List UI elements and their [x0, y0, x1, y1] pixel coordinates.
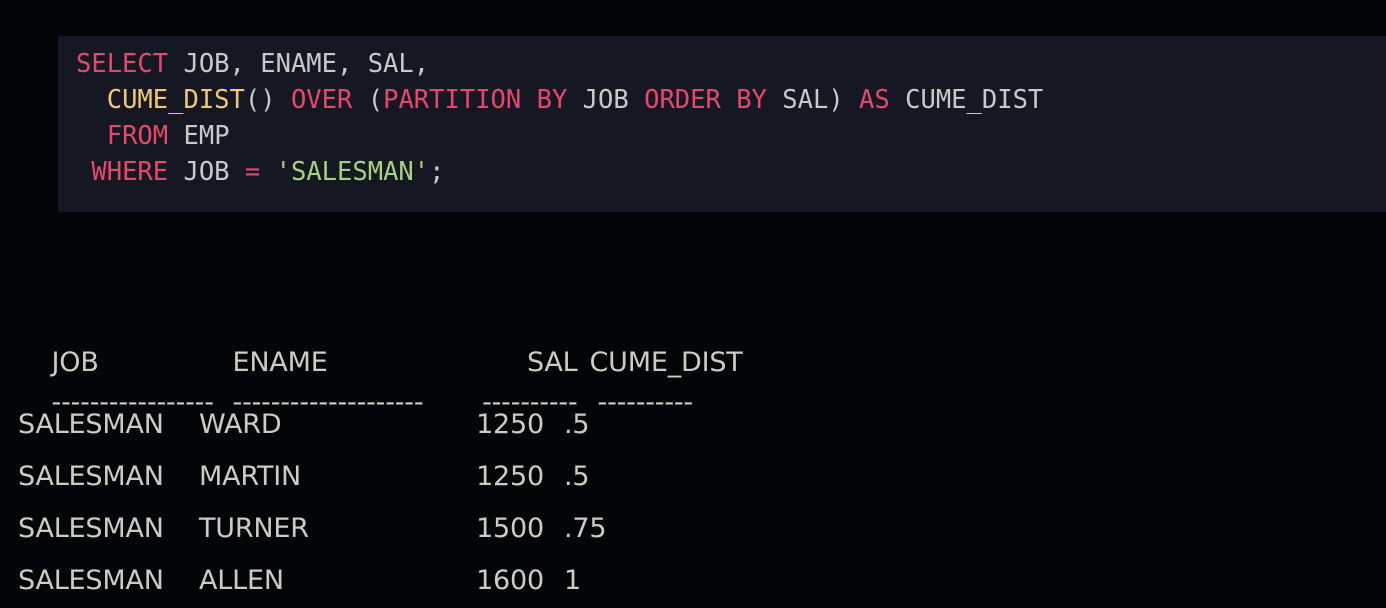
result-header-row: JOB ENAME SAL CUME_DIST — [18, 285, 1378, 378]
cell-cume-dist: 1 — [564, 565, 581, 596]
table-row: SALESMAN ALLEN 1600 1 — [18, 555, 1378, 607]
code-token: JOB — [168, 157, 245, 187]
code-token: FROM — [106, 121, 169, 151]
code-token: OVER — [290, 85, 353, 115]
code-token: WHERE — [91, 157, 169, 187]
code-line: WHERE JOB = 'SALESMAN'; — [58, 154, 1386, 190]
code-token: JOB — [567, 85, 645, 115]
cell-cume-dist: .5 — [564, 461, 590, 492]
code-token: PARTITION BY — [383, 85, 568, 115]
code-line: CUME_DIST() OVER (PARTITION BY JOB ORDER… — [58, 82, 1386, 118]
code-token: ( — [352, 85, 384, 115]
code-token: ORDER BY — [644, 85, 767, 115]
result-rows-container: SALESMAN WARD 1250.5 SALESMAN MARTIN 1250.5 SA… — [18, 399, 1378, 607]
cell-ename: WARD — [199, 409, 282, 440]
cell-ename: TURNER — [199, 513, 309, 544]
code-token: () — [244, 85, 291, 115]
cell-sal: 1600 — [476, 565, 544, 596]
code-token: CUME_DIST — [106, 85, 245, 115]
table-row: SALESMAN MARTIN 1250 .5 — [18, 451, 1378, 503]
code-token: ; — [429, 157, 445, 187]
code-line: FROM EMP — [58, 118, 1386, 154]
code-token: AS — [859, 85, 890, 115]
cell-job: SALESMAN — [18, 409, 164, 440]
sql-code-block: SELECT JOB, ENAME, SAL, CUME_DIST() OVER… — [58, 36, 1386, 212]
cell-sal: 1250 — [476, 461, 544, 492]
code-token: JOB, ENAME, SAL, — [168, 49, 430, 79]
code-token: SAL) — [766, 85, 860, 115]
code-token: CUME_DIST — [889, 85, 1044, 115]
cell-sal: 1500 — [476, 513, 544, 544]
code-token: SELECT — [76, 49, 169, 79]
code-token: 'SALESMAN' — [275, 157, 430, 187]
code-token: = — [244, 157, 261, 187]
cell-cume-dist: .5 — [564, 409, 590, 440]
code-line: SELECT JOB, ENAME, SAL, — [58, 46, 1386, 82]
cell-job: SALESMAN — [18, 513, 164, 544]
cell-cume-dist: .75 — [564, 513, 607, 544]
table-row: SALESMAN TURNER 1500 .75 — [18, 503, 1378, 555]
cell-job: SALESMAN — [18, 461, 164, 492]
cell-sal: 1250 — [476, 409, 544, 440]
cell-job: SALESMAN — [18, 565, 164, 596]
code-token: EMP — [168, 121, 230, 151]
cell-ename: ALLEN — [199, 565, 284, 596]
cell-ename: MARTIN — [199, 461, 302, 492]
query-result-output: JOB ENAME SAL CUME_DIST ----------------- --… — [18, 285, 1378, 607]
